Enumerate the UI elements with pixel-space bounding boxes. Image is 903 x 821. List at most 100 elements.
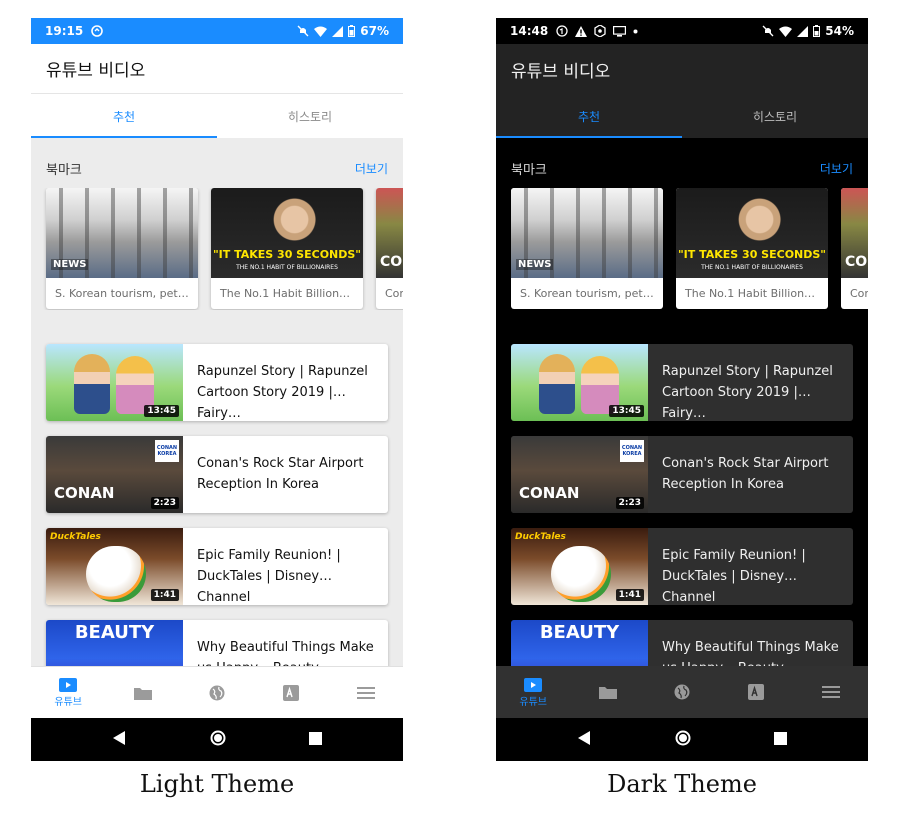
nav-menu[interactable] [329, 667, 403, 718]
bookmark-title: The No.1 Habit Billion… [685, 287, 816, 300]
tab-recommended[interactable]: 추천 [496, 94, 682, 138]
nav-translate[interactable] [254, 667, 328, 718]
bottom-navigation: 유튜브 [31, 666, 403, 718]
video-list[interactable]: 13:45 Rapunzel Story | Rapunzel Cartoon … [496, 344, 868, 666]
bookmarks-title: 북마크 [511, 162, 547, 178]
tab-bar: 추천 히스토리 [31, 94, 403, 138]
bottom-navigation: 유튜브 [496, 666, 868, 718]
mute-icon [762, 25, 774, 37]
thumbnail-text: BEAUTY [74, 622, 155, 643]
video-card[interactable]: 13:45 Rapunzel Story | Rapunzel Cartoon … [511, 344, 853, 421]
video-thumbnail: DuckTales 1:41 [511, 528, 648, 605]
tab-history[interactable]: 히스토리 [682, 94, 868, 138]
nav-menu[interactable] [794, 666, 868, 718]
play-icon [523, 677, 543, 693]
video-card[interactable]: BEAUTY Why Beautiful Things Make us Happ… [46, 620, 388, 666]
back-icon[interactable] [577, 730, 592, 749]
video-thumbnail: DuckTales 1:41 [46, 528, 183, 605]
tab-history[interactable]: 히스토리 [217, 94, 403, 138]
video-card[interactable]: DuckTales 1:41 Epic Family Reunion! | Du… [46, 528, 388, 605]
bookmark-card[interactable]: CO Cor [376, 188, 403, 309]
video-title: Epic Family Reunion! | DuckTales | Disne… [197, 548, 341, 605]
content-area[interactable]: 북마크 더보기 NEWS S. Korean tourism, pet… "IT… [496, 138, 868, 666]
nav-folder[interactable] [570, 666, 644, 718]
video-title: Rapunzel Story | Rapunzel Cartoon Story … [662, 364, 833, 421]
battery-percent: 67% [360, 24, 389, 38]
folder-icon [133, 685, 153, 701]
recents-icon[interactable] [308, 730, 322, 749]
bookmark-card[interactable]: NEWS S. Korean tourism, pet… [511, 188, 663, 309]
bookmark-card[interactable]: CO Cor [841, 188, 868, 309]
dot-icon [633, 29, 638, 34]
warning-icon [575, 25, 588, 37]
nav-globe[interactable] [180, 667, 254, 718]
bookmarks-title: 북마크 [46, 162, 82, 178]
bookmark-thumbnail: NEWS [511, 188, 663, 278]
bookmark-card[interactable]: "IT TAKES 30 SECONDS" THE NO.1 HABIT OF … [676, 188, 828, 309]
nav-youtube[interactable]: 유튜브 [496, 666, 570, 718]
nav-label: 유튜브 [519, 696, 547, 708]
video-duration: 2:23 [150, 497, 179, 509]
video-duration: 13:45 [144, 405, 179, 417]
video-card[interactable]: CONAN KOREA CONAN 2:23 Conan's Rock Star… [46, 436, 388, 513]
nav-translate[interactable] [719, 666, 793, 718]
system-navigation-bar [496, 718, 868, 761]
content-area[interactable]: 북마크 더보기 NEWS S. Korean tourism, pet… "IT… [31, 138, 403, 666]
bookmark-thumbnail: "IT TAKES 30 SECONDS" THE NO.1 HABIT OF … [211, 188, 363, 278]
app-title: 유튜브 비디오 [31, 44, 403, 94]
thumbnail-text: DuckTales [515, 532, 566, 542]
light-theme-phone: 19:15 67% 유튜브 비디오 추천 히스토리 북마크 더보기 NEWS S… [31, 18, 403, 761]
thumbnail-text: NEWS [51, 259, 89, 270]
back-icon[interactable] [112, 730, 127, 749]
system-navigation-bar [31, 718, 403, 761]
mute-icon [297, 25, 309, 37]
dark-theme-caption: Dark Theme [607, 770, 757, 798]
recents-icon[interactable] [773, 730, 787, 749]
bookmark-card[interactable]: "IT TAKES 30 SECONDS" THE NO.1 HABIT OF … [211, 188, 363, 309]
wifi-icon [314, 26, 328, 37]
more-link[interactable]: 더보기 [820, 160, 853, 177]
video-card[interactable]: 13:45 Rapunzel Story | Rapunzel Cartoon … [46, 344, 388, 421]
thumbnail-text: CO [380, 254, 403, 270]
status-bar: 14:48 54% [496, 18, 868, 44]
cast-icon [613, 25, 627, 37]
status-bar: 19:15 67% [31, 18, 403, 44]
video-title: Epic Family Reunion! | DuckTales | Disne… [662, 548, 806, 605]
video-duration: 1:41 [615, 589, 644, 601]
home-icon[interactable] [675, 730, 691, 750]
nav-folder[interactable] [105, 667, 179, 718]
video-card[interactable]: DuckTales 1:41 Epic Family Reunion! | Du… [511, 528, 853, 605]
thumbnail-text: CONAN [54, 484, 115, 502]
thumbnail-text: NEWS [516, 259, 554, 270]
bookmark-title: S. Korean tourism, pet… [55, 287, 189, 300]
calendar-icon [556, 25, 568, 37]
video-duration: 13:45 [609, 405, 644, 417]
video-title: Why Beautiful Things Make us Happy – Bea… [197, 640, 374, 666]
bookmark-thumbnail: CO [841, 188, 868, 278]
sync-icon [91, 25, 104, 37]
nav-label: 유튜브 [54, 697, 82, 708]
bookmark-title: Cor [385, 287, 403, 300]
bookmark-title: The No.1 Habit Billion… [220, 287, 351, 300]
bookmarks-carousel[interactable]: NEWS S. Korean tourism, pet… "IT TAKES 3… [496, 188, 868, 310]
home-icon[interactable] [210, 730, 226, 750]
bookmark-title: Cor [850, 287, 868, 300]
menu-icon [356, 685, 376, 701]
tab-recommended[interactable]: 추천 [31, 94, 217, 138]
nav-globe[interactable] [645, 666, 719, 718]
thumbnail-text: "IT TAKES 30 SECONDS" [677, 248, 827, 261]
bookmarks-carousel[interactable]: NEWS S. Korean tourism, pet… "IT TAKES 3… [31, 188, 403, 310]
bookmark-thumbnail: NEWS [46, 188, 198, 278]
nav-youtube[interactable]: 유튜브 [31, 667, 105, 718]
video-list[interactable]: 13:45 Rapunzel Story | Rapunzel Cartoon … [31, 344, 403, 666]
status-time: 19:15 [45, 24, 84, 38]
light-theme-caption: Light Theme [139, 770, 295, 798]
video-thumbnail: CONAN KOREA CONAN 2:23 [46, 436, 183, 513]
bookmark-card[interactable]: NEWS S. Korean tourism, pet… [46, 188, 198, 309]
more-link[interactable]: 더보기 [355, 160, 388, 177]
signal-icon [797, 25, 809, 37]
video-card[interactable]: BEAUTY Why Beautiful Things Make us Happ… [511, 620, 853, 666]
video-card[interactable]: CONAN KOREA CONAN 2:23 Conan's Rock Star… [511, 436, 853, 513]
video-thumbnail: 13:45 [46, 344, 183, 421]
thumbnail-badge: CONAN KOREA [155, 440, 179, 462]
